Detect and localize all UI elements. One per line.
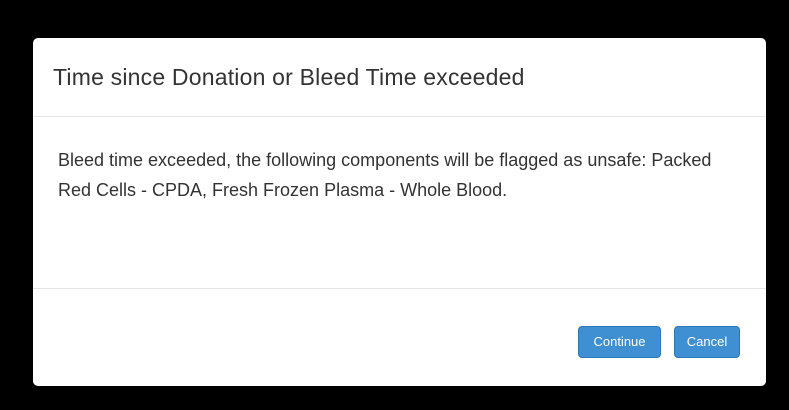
dialog-message: Bleed time exceeded, the following compo…	[58, 150, 712, 200]
continue-button[interactable]: Continue	[578, 326, 661, 358]
alert-dialog: Time since Donation or Bleed Time exceed…	[33, 38, 766, 386]
dialog-title: Time since Donation or Bleed Time exceed…	[53, 64, 525, 90]
dialog-body: Bleed time exceeded, the following compo…	[33, 117, 766, 289]
dialog-footer: Continue Cancel	[33, 289, 766, 385]
dialog-header: Time since Donation or Bleed Time exceed…	[33, 38, 766, 117]
cancel-button[interactable]: Cancel	[674, 326, 740, 358]
